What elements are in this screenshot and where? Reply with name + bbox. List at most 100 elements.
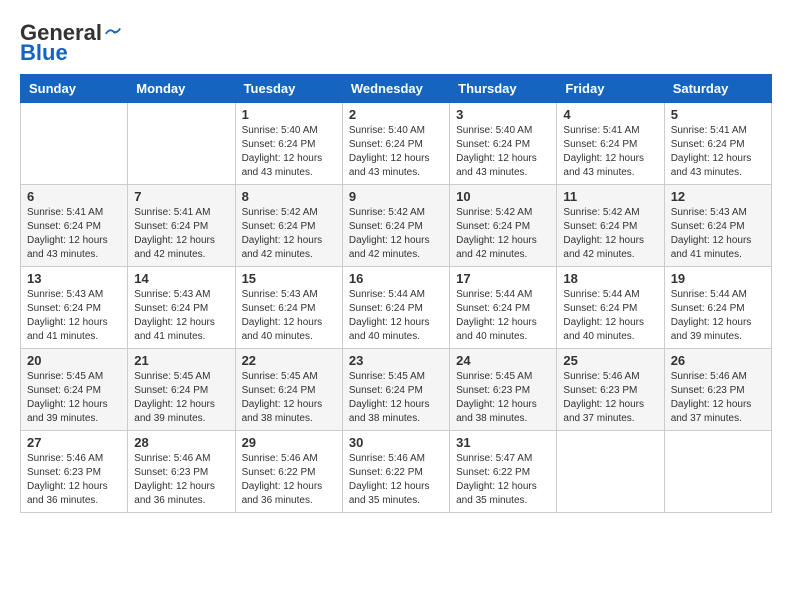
calendar-week-row: 6 Sunrise: 5:41 AM Sunset: 6:24 PM Daylig… bbox=[21, 185, 772, 267]
day-number: 16 bbox=[349, 271, 443, 286]
calendar-cell: 22Sunrise: 5:45 AM Sunset: 6:24 PM Dayli… bbox=[235, 349, 342, 431]
day-info: Sunrise: 5:41 AM Sunset: 6:24 PM Dayligh… bbox=[134, 206, 228, 262]
day-info: Sunrise: 5:46 AM Sunset: 6:23 PM Dayligh… bbox=[563, 370, 657, 426]
day-info: Sunrise: 5:44 AM Sunset: 6:24 PM Dayligh… bbox=[671, 288, 765, 344]
day-number: 11 bbox=[563, 189, 657, 204]
day-info: Sunrise: 5:45 AM Sunset: 6:24 PM Dayligh… bbox=[27, 370, 121, 426]
day-number: 15 bbox=[242, 271, 336, 286]
calendar-cell: 17 Sunrise: 5:44 AM Sunset: 6:24 PM Dayli… bbox=[450, 267, 557, 349]
day-number: 27 bbox=[27, 435, 121, 450]
calendar-header-saturday: Saturday bbox=[664, 75, 771, 103]
day-info: Sunrise: 5:46 AM Sunset: 6:23 PM Dayligh… bbox=[134, 452, 228, 508]
day-info: Sunrise: 5:45 AM Sunset: 6:24 PM Dayligh… bbox=[349, 370, 443, 426]
logo-bird-icon bbox=[104, 26, 122, 40]
day-info: Sunrise: 5:41 AM Sunset: 6:24 PM Dayligh… bbox=[671, 124, 765, 180]
day-info: Sunrise: 5:46 AM Sunset: 6:23 PM Dayligh… bbox=[671, 370, 765, 426]
calendar-cell: 28 Sunrise: 5:46 AM Sunset: 6:23 PM Dayli… bbox=[128, 431, 235, 513]
calendar-cell: 12 Sunrise: 5:43 AM Sunset: 6:24 PM Dayli… bbox=[664, 185, 771, 267]
calendar-cell: 29 Sunrise: 5:46 AM Sunset: 6:22 PM Dayli… bbox=[235, 431, 342, 513]
calendar-cell: 11 Sunrise: 5:42 AM Sunset: 6:24 PM Dayli… bbox=[557, 185, 664, 267]
day-number: 9 bbox=[349, 189, 443, 204]
day-info: Sunrise: 5:46 AM Sunset: 6:22 PM Dayligh… bbox=[242, 452, 336, 508]
calendar-cell: 14Sunrise: 5:43 AM Sunset: 6:24 PM Dayli… bbox=[128, 267, 235, 349]
calendar-cell: 6 Sunrise: 5:41 AM Sunset: 6:24 PM Daylig… bbox=[21, 185, 128, 267]
day-number: 25 bbox=[563, 353, 657, 368]
day-info: Sunrise: 5:43 AM Sunset: 6:24 PM Dayligh… bbox=[671, 206, 765, 262]
day-info: Sunrise: 5:42 AM Sunset: 6:24 PM Dayligh… bbox=[242, 206, 336, 262]
day-info: Sunrise: 5:44 AM Sunset: 6:24 PM Dayligh… bbox=[563, 288, 657, 344]
calendar-cell: 19 Sunrise: 5:44 AM Sunset: 6:24 PM Dayli… bbox=[664, 267, 771, 349]
day-number: 23 bbox=[349, 353, 443, 368]
calendar-cell: 1 Sunrise: 5:40 AM Sunset: 6:24 PM Daylig… bbox=[235, 103, 342, 185]
day-info: Sunrise: 5:40 AM Sunset: 6:24 PM Dayligh… bbox=[456, 124, 550, 180]
day-info: Sunrise: 5:41 AM Sunset: 6:24 PM Dayligh… bbox=[563, 124, 657, 180]
calendar-table: SundayMondayTuesdayWednesdayThursdayFrid… bbox=[20, 74, 772, 513]
day-number: 28 bbox=[134, 435, 228, 450]
calendar-header-tuesday: Tuesday bbox=[235, 75, 342, 103]
day-number: 24 bbox=[456, 353, 550, 368]
day-number: 4 bbox=[563, 107, 657, 122]
day-number: 5 bbox=[671, 107, 765, 122]
calendar-header-friday: Friday bbox=[557, 75, 664, 103]
day-number: 17 bbox=[456, 271, 550, 286]
calendar-cell: 8Sunrise: 5:42 AM Sunset: 6:24 PM Daylig… bbox=[235, 185, 342, 267]
day-info: Sunrise: 5:43 AM Sunset: 6:24 PM Dayligh… bbox=[27, 288, 121, 344]
calendar-cell: 2 Sunrise: 5:40 AM Sunset: 6:24 PM Daylig… bbox=[342, 103, 449, 185]
logo: General Blue bbox=[20, 20, 122, 64]
calendar-cell: 13 Sunrise: 5:43 AM Sunset: 6:24 PM Dayli… bbox=[21, 267, 128, 349]
calendar-header-sunday: Sunday bbox=[21, 75, 128, 103]
logo-blue: Blue bbox=[20, 42, 68, 64]
day-info: Sunrise: 5:44 AM Sunset: 6:24 PM Dayligh… bbox=[456, 288, 550, 344]
day-number: 19 bbox=[671, 271, 765, 286]
calendar-cell: 27 Sunrise: 5:46 AM Sunset: 6:23 PM Dayli… bbox=[21, 431, 128, 513]
day-number: 21 bbox=[134, 353, 228, 368]
day-info: Sunrise: 5:45 AM Sunset: 6:24 PM Dayligh… bbox=[242, 370, 336, 426]
day-info: Sunrise: 5:40 AM Sunset: 6:24 PM Dayligh… bbox=[349, 124, 443, 180]
day-info: Sunrise: 5:45 AM Sunset: 6:23 PM Dayligh… bbox=[456, 370, 550, 426]
calendar-cell: 31 Sunrise: 5:47 AM Sunset: 6:22 PM Dayli… bbox=[450, 431, 557, 513]
calendar-cell: 4 Sunrise: 5:41 AM Sunset: 6:24 PM Daylig… bbox=[557, 103, 664, 185]
day-info: Sunrise: 5:43 AM Sunset: 6:24 PM Dayligh… bbox=[134, 288, 228, 344]
day-number: 12 bbox=[671, 189, 765, 204]
calendar-cell: 30 Sunrise: 5:46 AM Sunset: 6:22 PM Dayli… bbox=[342, 431, 449, 513]
day-number: 6 bbox=[27, 189, 121, 204]
day-info: Sunrise: 5:42 AM Sunset: 6:24 PM Dayligh… bbox=[349, 206, 443, 262]
calendar-header-wednesday: Wednesday bbox=[342, 75, 449, 103]
day-number: 31 bbox=[456, 435, 550, 450]
calendar-cell bbox=[557, 431, 664, 513]
day-info: Sunrise: 5:44 AM Sunset: 6:24 PM Dayligh… bbox=[349, 288, 443, 344]
calendar-cell: 7Sunrise: 5:41 AM Sunset: 6:24 PM Daylig… bbox=[128, 185, 235, 267]
day-number: 3 bbox=[456, 107, 550, 122]
day-number: 1 bbox=[242, 107, 336, 122]
calendar-header-monday: Monday bbox=[128, 75, 235, 103]
day-info: Sunrise: 5:46 AM Sunset: 6:22 PM Dayligh… bbox=[349, 452, 443, 508]
calendar-cell: 21Sunrise: 5:45 AM Sunset: 6:24 PM Dayli… bbox=[128, 349, 235, 431]
day-number: 30 bbox=[349, 435, 443, 450]
calendar-cell: 16 Sunrise: 5:44 AM Sunset: 6:24 PM Dayli… bbox=[342, 267, 449, 349]
day-number: 10 bbox=[456, 189, 550, 204]
calendar-cell: 23 Sunrise: 5:45 AM Sunset: 6:24 PM Dayli… bbox=[342, 349, 449, 431]
page-header: General Blue bbox=[20, 20, 772, 64]
day-info: Sunrise: 5:41 AM Sunset: 6:24 PM Dayligh… bbox=[27, 206, 121, 262]
calendar-week-row: 1 Sunrise: 5:40 AM Sunset: 6:24 PM Daylig… bbox=[21, 103, 772, 185]
day-info: Sunrise: 5:47 AM Sunset: 6:22 PM Dayligh… bbox=[456, 452, 550, 508]
calendar-cell: 24 Sunrise: 5:45 AM Sunset: 6:23 PM Dayli… bbox=[450, 349, 557, 431]
calendar-week-row: 13 Sunrise: 5:43 AM Sunset: 6:24 PM Dayli… bbox=[21, 267, 772, 349]
calendar-cell: 10 Sunrise: 5:42 AM Sunset: 6:24 PM Dayli… bbox=[450, 185, 557, 267]
day-info: Sunrise: 5:40 AM Sunset: 6:24 PM Dayligh… bbox=[242, 124, 336, 180]
day-info: Sunrise: 5:42 AM Sunset: 6:24 PM Dayligh… bbox=[563, 206, 657, 262]
day-info: Sunrise: 5:42 AM Sunset: 6:24 PM Dayligh… bbox=[456, 206, 550, 262]
day-number: 29 bbox=[242, 435, 336, 450]
calendar-cell bbox=[128, 103, 235, 185]
calendar-cell: 9 Sunrise: 5:42 AM Sunset: 6:24 PM Daylig… bbox=[342, 185, 449, 267]
day-number: 13 bbox=[27, 271, 121, 286]
day-number: 20 bbox=[27, 353, 121, 368]
day-info: Sunrise: 5:46 AM Sunset: 6:23 PM Dayligh… bbox=[27, 452, 121, 508]
calendar-cell: 26 Sunrise: 5:46 AM Sunset: 6:23 PM Dayli… bbox=[664, 349, 771, 431]
calendar-cell: 15 Sunrise: 5:43 AM Sunset: 6:24 PM Dayli… bbox=[235, 267, 342, 349]
calendar-cell bbox=[21, 103, 128, 185]
calendar-cell: 20 Sunrise: 5:45 AM Sunset: 6:24 PM Dayli… bbox=[21, 349, 128, 431]
day-number: 26 bbox=[671, 353, 765, 368]
day-number: 2 bbox=[349, 107, 443, 122]
day-info: Sunrise: 5:43 AM Sunset: 6:24 PM Dayligh… bbox=[242, 288, 336, 344]
